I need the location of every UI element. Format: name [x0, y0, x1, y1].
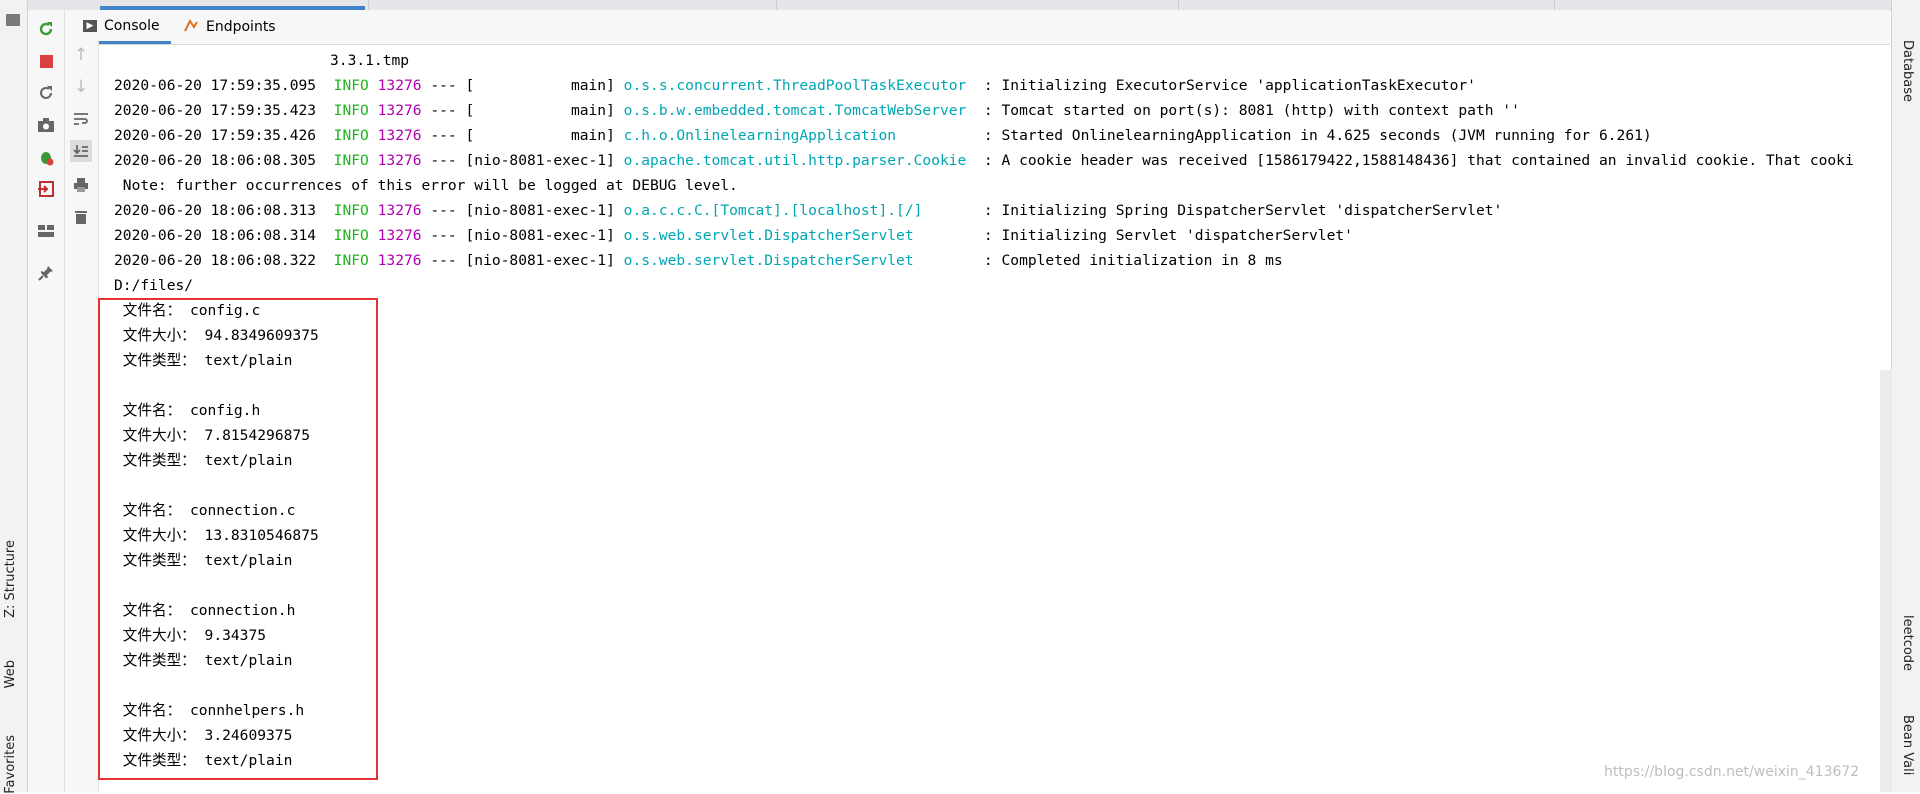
left-tool-strip: Z: Structure Web Favorites	[0, 0, 28, 794]
header-tab[interactable]	[776, 0, 1179, 10]
console-icon: ▶	[83, 19, 97, 32]
trash-icon[interactable]	[70, 206, 92, 228]
console-tab-bar: ▶ Console Endpoints	[65, 10, 1890, 45]
right-tool-strip: Database leetcode Bean Vali	[1891, 0, 1920, 792]
watermark: https://blog.csdn.net/weixin_413672	[1604, 764, 1860, 780]
pin-icon[interactable]	[35, 262, 57, 284]
run-toolbar	[28, 10, 65, 792]
tab-endpoints[interactable]: Endpoints	[177, 10, 283, 44]
arrow-up-icon[interactable]: ↑	[70, 44, 92, 66]
stop-icon[interactable]	[35, 50, 57, 72]
highlight-box	[98, 298, 378, 780]
scroll-to-end-icon[interactable]	[70, 140, 92, 162]
tab-endpoints-label: Endpoints	[206, 19, 276, 35]
log-line: 2020-06-20 18:06:08.305 INFO 13276 --- […	[114, 152, 1854, 169]
favorites-tool-label[interactable]: Favorites	[3, 735, 18, 794]
soft-wrap-icon[interactable]	[70, 108, 92, 130]
log-line: 2020-06-20 17:59:35.426 INFO 13276 --- […	[114, 127, 1652, 144]
tab-console-label: Console	[104, 17, 160, 34]
log-line: 2020-06-20 18:06:08.322 INFO 13276 --- […	[114, 252, 1283, 269]
log-line: 2020-06-20 18:06:08.313 INFO 13276 --- […	[114, 202, 1503, 219]
layout-icon[interactable]	[35, 220, 57, 242]
tab-console[interactable]: ▶ Console	[79, 10, 171, 44]
arrow-down-icon[interactable]: ↓	[70, 76, 92, 98]
debug-icon[interactable]	[35, 146, 57, 168]
camera-icon[interactable]	[35, 114, 57, 136]
leetcode-tool-label[interactable]: leetcode	[1900, 615, 1915, 671]
console-dir-line: D:/files/	[114, 277, 194, 294]
vertical-scrollbar[interactable]	[1880, 370, 1892, 792]
print-icon[interactable]	[70, 174, 92, 196]
log-line: 2020-06-20 17:59:35.095 INFO 13276 --- […	[114, 77, 1476, 94]
console-line: 3.3.1.tmp	[330, 52, 410, 69]
web-tool-label[interactable]: Web	[3, 660, 18, 688]
structure-tool-label[interactable]: Z: Structure	[3, 540, 18, 618]
database-tool-label[interactable]: Database	[1900, 40, 1915, 102]
restart-icon[interactable]	[35, 82, 57, 104]
folder-icon[interactable]	[6, 14, 20, 26]
exit-icon[interactable]	[35, 178, 57, 200]
header-tab[interactable]	[1178, 0, 1555, 10]
console-toolbar: ↑ ↓	[65, 40, 99, 792]
endpoints-icon	[183, 17, 199, 37]
console-note-line: Note: further occurrences of this error …	[114, 177, 738, 194]
log-line: 2020-06-20 17:59:35.423 INFO 13276 --- […	[114, 102, 1520, 119]
rerun-icon[interactable]	[35, 18, 57, 40]
header-tab[interactable]	[368, 0, 777, 10]
log-line: 2020-06-20 18:06:08.314 INFO 13276 --- […	[114, 227, 1353, 244]
bean-validation-tool-label[interactable]: Bean Vali	[1900, 715, 1915, 775]
